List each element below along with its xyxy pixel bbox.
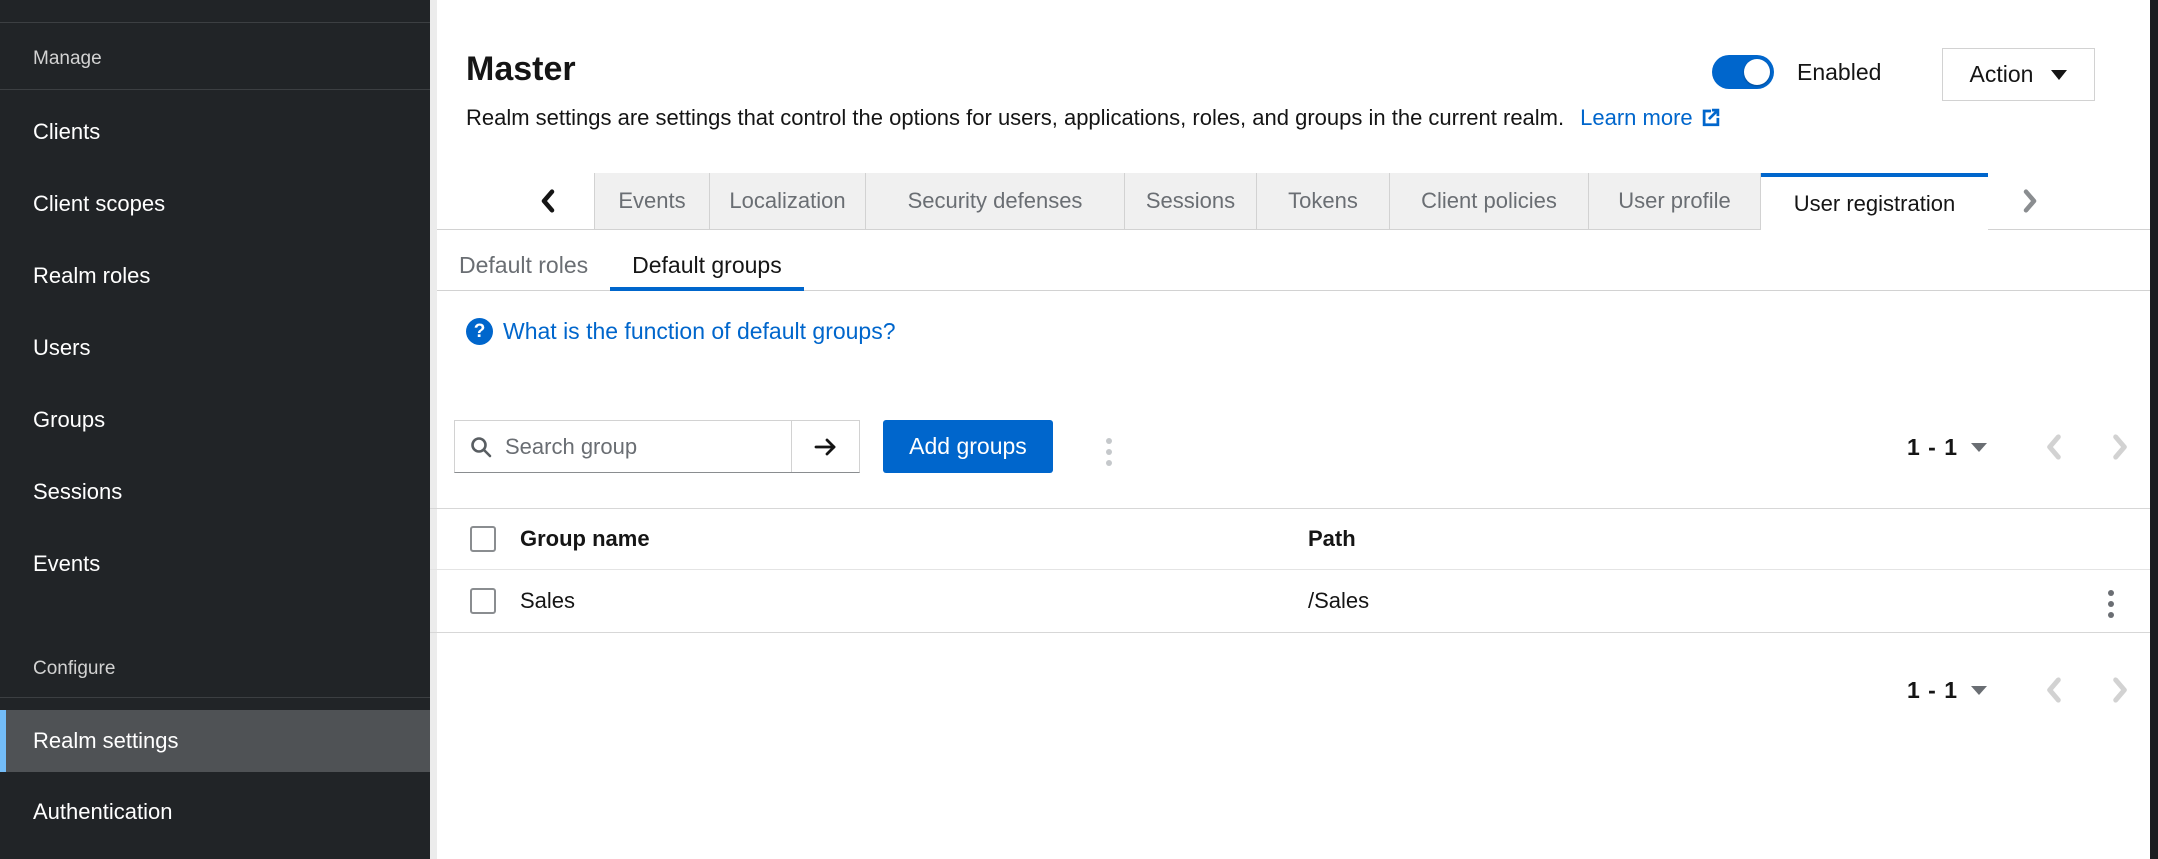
search-group-box: [454, 420, 860, 473]
tab-bar: Events Localization Security defenses Se…: [437, 173, 2158, 230]
search-submit-button[interactable]: [791, 421, 859, 472]
tab-spacer: [437, 173, 594, 229]
tab-tokens[interactable]: Tokens: [1257, 173, 1390, 229]
pagination-prev-button[interactable]: [2045, 434, 2063, 460]
pagination-next-button[interactable]: [2111, 677, 2129, 703]
chevron-right-icon: [2111, 677, 2129, 703]
sidebar-nav: Manage Clients Client scopes Realm roles…: [0, 0, 430, 859]
chevron-right-icon: [2111, 434, 2129, 460]
pagination-range[interactable]: 1 - 1: [1907, 677, 1958, 704]
table-header-row: Group name Path: [430, 508, 2150, 570]
chevron-left-icon: [2045, 677, 2063, 703]
window-scrollbar[interactable]: [2150, 0, 2158, 859]
caret-down-icon[interactable]: [1971, 686, 1987, 695]
toolbar-kebab-menu[interactable]: [1100, 432, 1118, 472]
sidebar-divider: [0, 22, 430, 23]
question-circle-icon: ?: [466, 318, 493, 345]
chevron-right-icon: [2021, 189, 2039, 213]
learn-more-link[interactable]: Learn more: [1580, 105, 1722, 130]
sidebar-item-realm-settings[interactable]: Realm settings: [0, 710, 430, 772]
search-icon: [469, 435, 493, 459]
sidebar-section-manage: Manage: [33, 48, 102, 70]
sidebar-item-events[interactable]: Events: [0, 540, 430, 588]
pagination-next-button[interactable]: [2111, 434, 2129, 460]
tab-security-defenses[interactable]: Security defenses: [866, 173, 1125, 229]
sidebar-divider: [0, 89, 430, 90]
column-header-group-name: Group name: [520, 526, 650, 552]
pagination-top: 1 - 1: [1907, 424, 2137, 470]
pagination-bottom: 1 - 1: [1907, 667, 2137, 713]
sidebar-item-clients[interactable]: Clients: [0, 108, 430, 156]
kebab-icon: [1106, 438, 1112, 444]
sidebar-item-client-scopes[interactable]: Client scopes: [0, 180, 430, 228]
sidebar-divider: [0, 697, 430, 698]
row-kebab-menu[interactable]: [2102, 584, 2120, 624]
row-checkbox[interactable]: [470, 588, 496, 614]
tab-events[interactable]: Events: [594, 173, 710, 229]
default-groups-table: Group name Path Sales /Sales: [430, 508, 2150, 633]
kebab-icon: [2108, 590, 2114, 596]
sidebar-section-configure: Configure: [33, 658, 115, 680]
add-groups-button[interactable]: Add groups: [883, 420, 1053, 473]
sidebar-item-authentication[interactable]: Authentication: [0, 788, 430, 836]
chevron-left-icon: [2045, 434, 2063, 460]
external-link-icon: [1700, 106, 1722, 128]
realm-description: Realm settings are settings that control…: [466, 105, 1722, 131]
sidebar-item-users[interactable]: Users: [0, 324, 430, 372]
group-name-cell: Sales: [520, 588, 575, 614]
select-all-checkbox[interactable]: [470, 526, 496, 552]
column-header-path: Path: [1308, 526, 1356, 552]
enabled-label: Enabled: [1797, 59, 1881, 86]
sidebar-scrollbar[interactable]: [430, 0, 437, 859]
tabs-scroll-right-button[interactable]: [2010, 173, 2050, 229]
tab-user-registration[interactable]: User registration: [1761, 173, 1988, 230]
sidebar-item-realm-roles[interactable]: Realm roles: [0, 252, 430, 300]
table-row: Sales /Sales: [430, 570, 2150, 633]
arrow-right-icon: [812, 435, 840, 459]
default-groups-help-link[interactable]: ? What is the function of default groups…: [466, 318, 896, 345]
tab-user-profile[interactable]: User profile: [1589, 173, 1761, 229]
search-group-input[interactable]: [503, 433, 791, 461]
tab-default-roles[interactable]: Default roles: [437, 240, 610, 290]
tab-localization[interactable]: Localization: [710, 173, 866, 229]
pagination-range[interactable]: 1 - 1: [1907, 434, 1958, 461]
caret-down-icon[interactable]: [1971, 443, 1987, 452]
page-title: Master: [466, 50, 576, 89]
realm-description-text: Realm settings are settings that control…: [466, 105, 1564, 130]
tab-sessions[interactable]: Sessions: [1125, 173, 1257, 229]
chevron-left-icon: [539, 189, 557, 213]
tabs-scroll-left-button[interactable]: [528, 173, 568, 229]
caret-down-icon: [2051, 70, 2067, 80]
tab-default-groups[interactable]: Default groups: [610, 240, 804, 290]
subtab-bar: Default roles Default groups: [437, 240, 2158, 291]
tab-client-policies[interactable]: Client policies: [1390, 173, 1589, 229]
sidebar-item-sessions[interactable]: Sessions: [0, 468, 430, 516]
pagination-prev-button[interactable]: [2045, 677, 2063, 703]
group-path-cell: /Sales: [1308, 588, 1369, 614]
sidebar-item-groups[interactable]: Groups: [0, 396, 430, 444]
enabled-toggle[interactable]: [1712, 55, 1774, 89]
action-dropdown-button[interactable]: Action: [1942, 48, 2095, 101]
toggle-knob: [1744, 59, 1770, 85]
